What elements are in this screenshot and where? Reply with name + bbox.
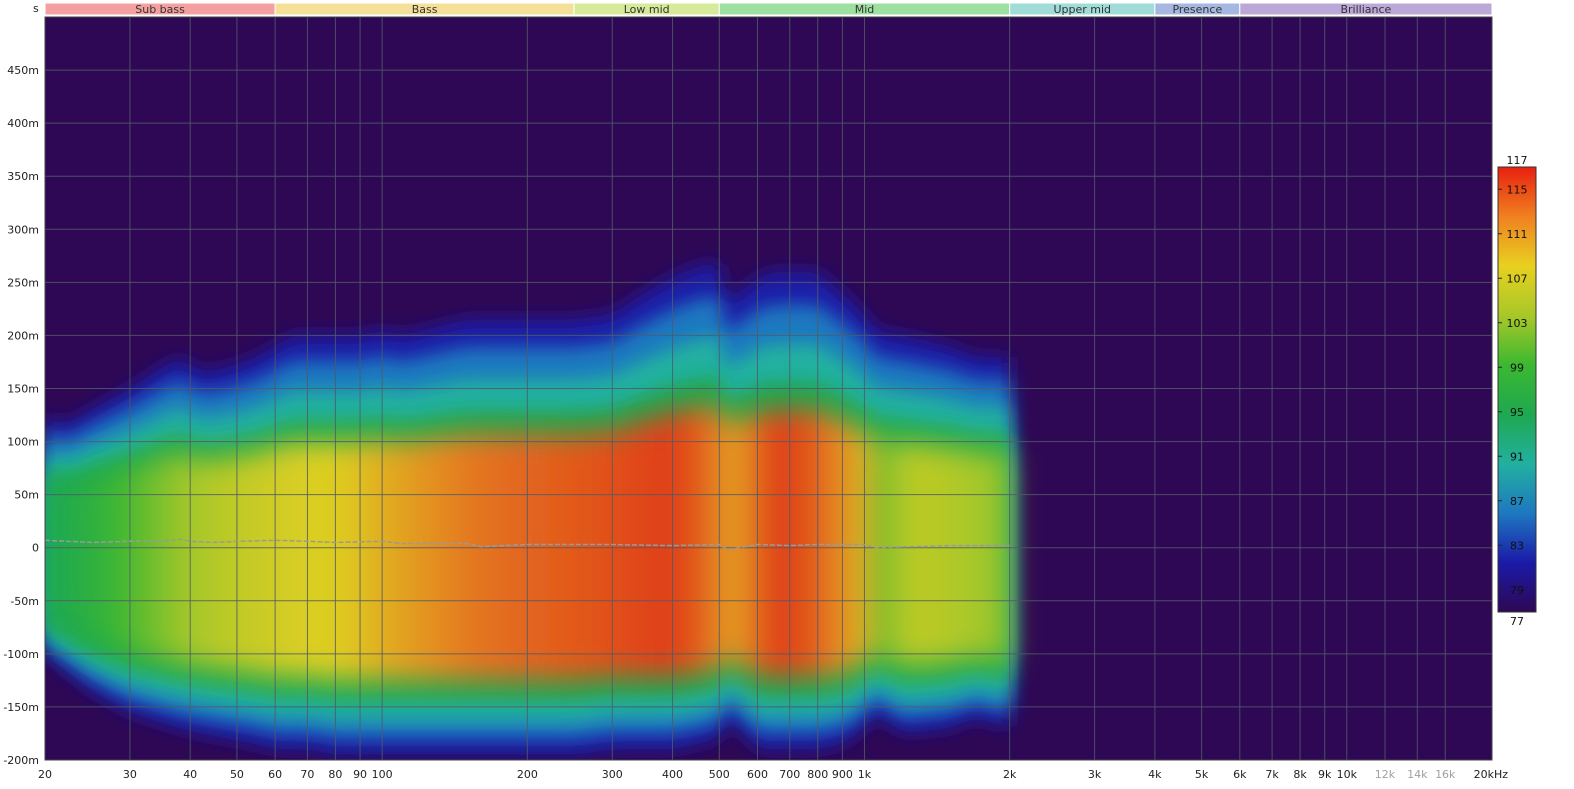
spectrogram-chart: s Sub bass Bass Low mid Mid Upper mid Presenc… xyxy=(3,2,1537,781)
colorbar-tick-label-2: 111 xyxy=(1507,228,1528,241)
x-axis-tick-labels: 20 30 40 50 60 70 80 90 100 200 300 400 500 600 700 800… xyxy=(38,768,1508,781)
x-tick-label-14: 700 xyxy=(779,768,800,781)
band-label-2: Low mid xyxy=(624,3,670,16)
x-tick-label-8: 100 xyxy=(372,768,393,781)
colorbar: 117 115 111 107 103 99 95 91 87 83 79 77 xyxy=(1497,154,1537,628)
y-tick-label-3: 300m xyxy=(7,223,39,236)
x-tick-label-25: 9k xyxy=(1318,768,1332,781)
y-axis-tick-labels: 450m 400m 350m 300m 250m 200m 150m 100m 50m 0 -50m… xyxy=(3,64,39,767)
x-tick-label-24: 8k xyxy=(1293,768,1307,781)
y-tick-label-13: -200m xyxy=(3,754,39,767)
x-tick-label-6: 80 xyxy=(328,768,342,781)
x-tick-label-2: 40 xyxy=(183,768,197,781)
y-tick-label-2: 350m xyxy=(7,170,39,183)
colorbar-tick-label-7: 91 xyxy=(1510,450,1524,463)
x-tick-label-18: 2k xyxy=(1003,768,1017,781)
y-axis-unit-label: s xyxy=(33,2,39,15)
y-tick-label-12: -150m xyxy=(3,701,39,714)
x-tick-label-19: 3k xyxy=(1088,768,1102,781)
x-tick-label-5: 70 xyxy=(300,768,314,781)
x-tick-label-0: 20 xyxy=(38,768,52,781)
x-tick-label-23: 7k xyxy=(1265,768,1279,781)
x-tick-label-21: 5k xyxy=(1195,768,1209,781)
band-label-3: Mid xyxy=(855,3,875,16)
colorbar-tick-label-8: 87 xyxy=(1510,495,1524,508)
colorbar-tick-label-1: 115 xyxy=(1507,183,1528,196)
y-tick-label-4: 250m xyxy=(7,276,39,289)
colorbar-tick-label-11: 77 xyxy=(1510,615,1524,628)
x-tick-label-29: 16k xyxy=(1435,768,1456,781)
x-tick-label-15: 800 xyxy=(807,768,828,781)
x-tick-label-27: 12k xyxy=(1375,768,1396,781)
y-tick-label-10: -50m xyxy=(10,595,39,608)
x-tick-label-13: 600 xyxy=(747,768,768,781)
x-tick-label-9: 200 xyxy=(517,768,538,781)
y-tick-label-9: 0 xyxy=(32,542,39,555)
x-tick-label-22: 6k xyxy=(1233,768,1247,781)
colorbar-tick-label-4: 103 xyxy=(1507,317,1528,330)
x-tick-label-4: 60 xyxy=(268,768,282,781)
band-label-5: Presence xyxy=(1172,3,1222,16)
colorbar-tick-label-5: 99 xyxy=(1510,361,1524,374)
y-tick-label-1: 400m xyxy=(7,117,39,130)
colorbar-tick-label-6: 95 xyxy=(1510,406,1524,419)
y-tick-label-6: 150m xyxy=(7,383,39,396)
band-label-4: Upper mid xyxy=(1053,3,1111,16)
band-label-6: Brilliance xyxy=(1340,3,1391,16)
x-tick-label-30: 20kHz xyxy=(1474,768,1509,781)
x-tick-label-12: 500 xyxy=(709,768,730,781)
x-tick-label-1: 30 xyxy=(123,768,137,781)
band-label-1: Bass xyxy=(412,3,438,16)
y-tick-label-0: 450m xyxy=(7,64,39,77)
x-tick-label-17: 1k xyxy=(858,768,872,781)
y-tick-label-5: 200m xyxy=(7,329,39,342)
x-tick-label-20: 4k xyxy=(1148,768,1162,781)
colorbar-tick-label-3: 107 xyxy=(1507,272,1528,285)
y-tick-label-8: 50m xyxy=(14,489,39,502)
x-tick-label-7: 90 xyxy=(353,768,367,781)
colorbar-tick-label-10: 79 xyxy=(1510,584,1524,597)
colorbar-tick-label-9: 83 xyxy=(1510,539,1524,552)
x-tick-label-3: 50 xyxy=(230,768,244,781)
band-label-0: Sub bass xyxy=(135,3,185,16)
x-tick-label-26: 10k xyxy=(1337,768,1358,781)
x-tick-label-10: 300 xyxy=(602,768,623,781)
colorbar-tick-label-0: 117 xyxy=(1507,154,1528,167)
x-tick-label-16: 900 xyxy=(832,768,853,781)
y-tick-label-11: -100m xyxy=(3,648,39,661)
y-tick-label-7: 100m xyxy=(7,436,39,449)
x-tick-label-11: 400 xyxy=(662,768,683,781)
frequency-band-header: Sub bass Bass Low mid Mid Upper mid Presence B… xyxy=(44,2,1493,16)
x-tick-label-28: 14k xyxy=(1407,768,1428,781)
